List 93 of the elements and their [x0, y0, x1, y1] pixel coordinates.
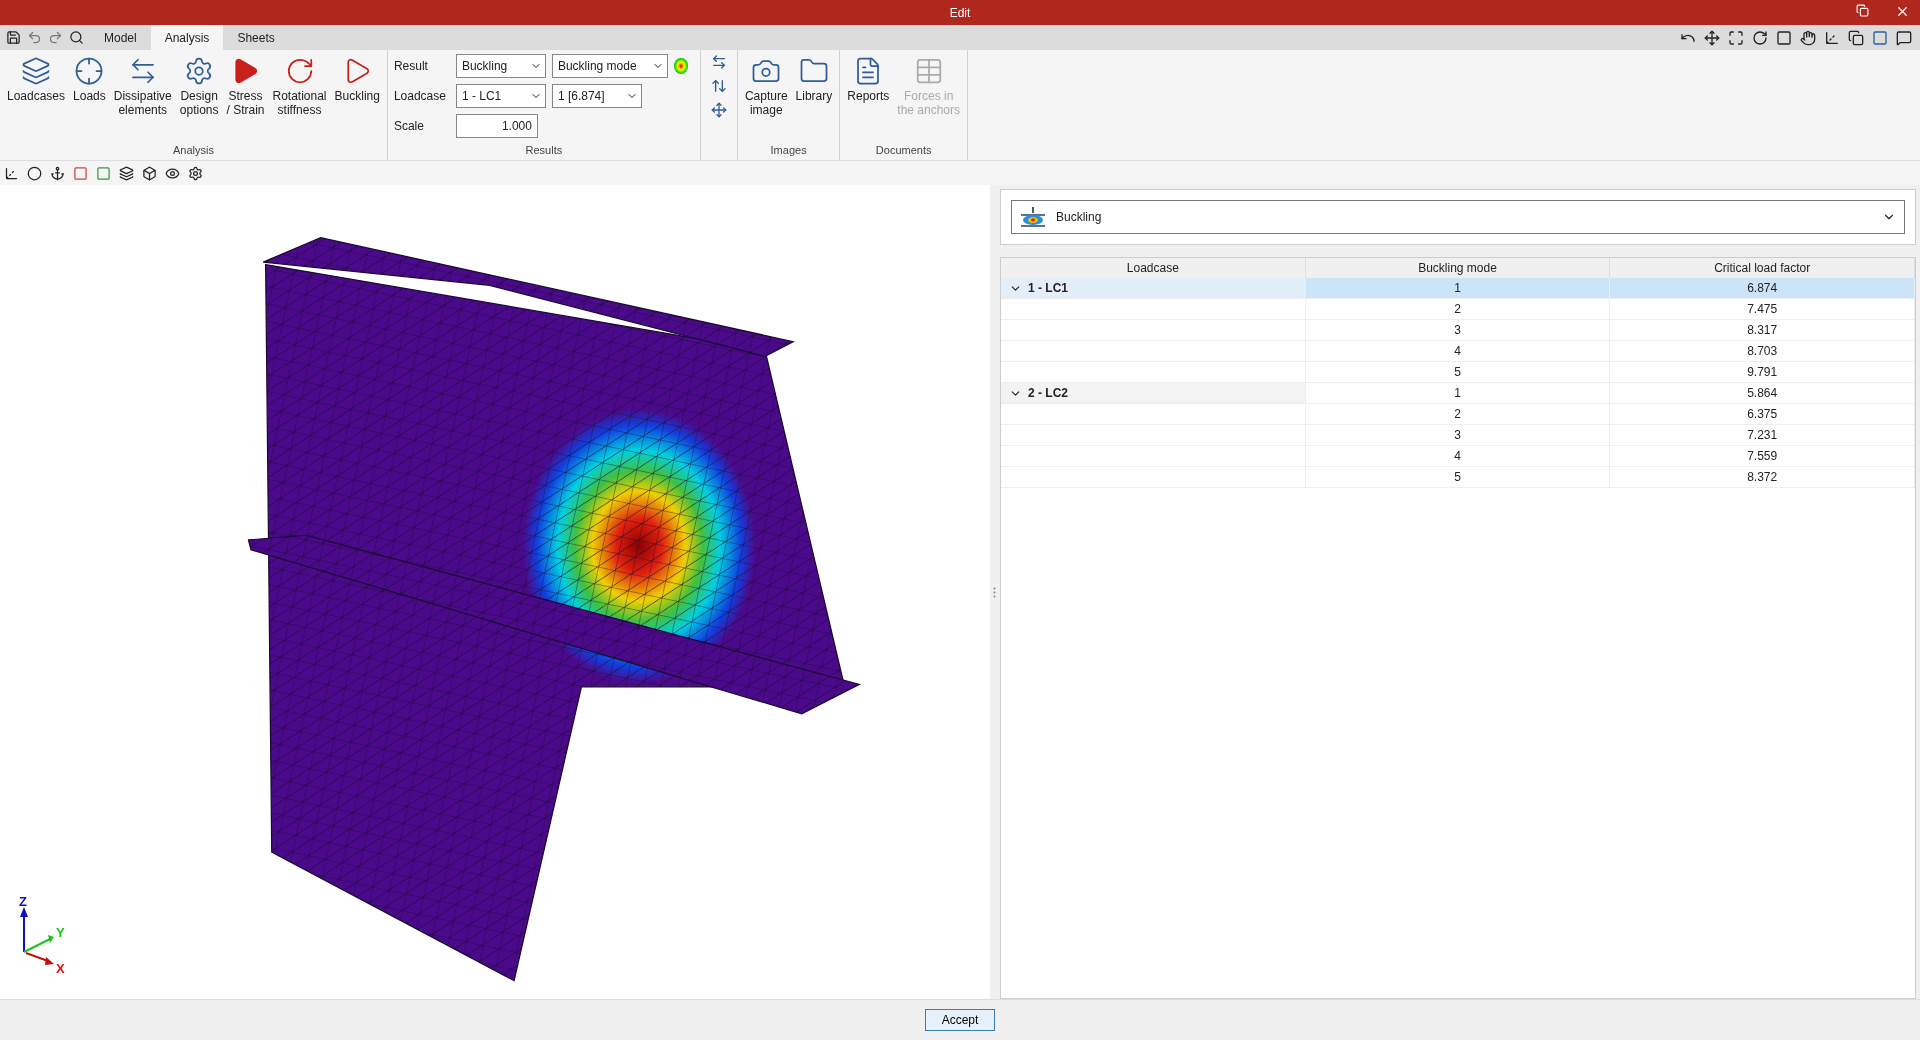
close-icon[interactable] [1895, 4, 1910, 19]
zoom-icon[interactable] [1728, 29, 1744, 46]
group-title: Analysis [171, 144, 215, 158]
axes-icon[interactable] [4, 165, 19, 181]
x-axis-arrow [25, 952, 54, 965]
save-icon[interactable] [6, 30, 21, 45]
table-cell: 6.375 [1610, 404, 1915, 425]
square-icon[interactable] [1872, 29, 1888, 46]
table-cell: 7.475 [1610, 299, 1915, 320]
cube-icon[interactable] [142, 165, 157, 181]
loadcase-group-row[interactable]: 1 - LC1 [1001, 278, 1306, 299]
ribbon-button[interactable]: Capture image [741, 54, 791, 119]
ribbon-button[interactable]: Library [792, 54, 836, 105]
redo-icon[interactable] [48, 30, 63, 45]
layer-icon[interactable] [119, 165, 134, 181]
table-cell: 9.791 [1610, 362, 1915, 383]
column-header[interactable]: Critical load factor [1610, 258, 1915, 278]
table-cell: 8.317 [1610, 320, 1915, 341]
table-cell: 4 [1305, 341, 1611, 362]
ribbon-button[interactable]: Dissipative elements [110, 54, 175, 119]
group-title: Images [769, 144, 808, 158]
loadcase-label: 1 - LC1 [1028, 281, 1068, 295]
sort-icon[interactable] [710, 78, 727, 94]
z-axis-arrow [20, 907, 28, 953]
color-scale-icon[interactable] [673, 58, 688, 74]
table-cell: 1 [1305, 278, 1611, 299]
plate-icon[interactable] [73, 165, 88, 181]
axis-label: Y [56, 925, 65, 940]
restore-icon[interactable] [1856, 4, 1869, 19]
table-cell: 2 [1305, 404, 1611, 425]
ribbon-button[interactable]: Buckling [331, 54, 383, 105]
table-cell: 7.231 [1610, 425, 1915, 446]
column-header[interactable]: Loadcase [1001, 258, 1306, 278]
hand-icon[interactable] [1800, 29, 1816, 46]
table-cell: 1 [1305, 383, 1611, 404]
eye-icon[interactable] [165, 165, 180, 181]
axis-label: Z [19, 897, 27, 909]
undo-icon[interactable] [27, 30, 42, 45]
table-cell: 5.864 [1610, 383, 1915, 404]
3d-settings-icon[interactable] [188, 165, 203, 181]
table-cell: 3 [1305, 425, 1611, 446]
loadcase-label: 2 - LC2 [1028, 386, 1068, 400]
ring-icon[interactable] [27, 165, 42, 181]
ribbon-button[interactable]: Stress / Strain [223, 54, 268, 119]
ribbon-button[interactable]: Rotational stiffness [269, 54, 330, 119]
table-cell: 2 [1305, 299, 1611, 320]
table-cell: 8.703 [1610, 341, 1915, 362]
field-label: Loadcase [393, 89, 447, 103]
mode-select[interactable]: 1 [6.874] [551, 84, 642, 108]
ribbon-button[interactable]: Design options [176, 54, 222, 119]
section-icon[interactable] [710, 54, 727, 70]
accept-button[interactable]: Accept [924, 1009, 996, 1031]
move-icon[interactable] [710, 102, 727, 118]
table-cell: 6.874 [1610, 278, 1915, 299]
y-axis-arrow [23, 935, 54, 953]
table-cell: 5 [1305, 467, 1611, 488]
tab[interactable]: Analysis [150, 25, 224, 50]
group-title: Documents [874, 144, 933, 158]
ribbon-button[interactable]: Loadcases [4, 54, 69, 105]
ribbon-button[interactable]: Loads [70, 54, 109, 105]
window-select-icon[interactable] [1776, 29, 1792, 46]
ribbon-button[interactable]: Reports [844, 54, 893, 105]
rotate-icon[interactable] [1752, 29, 1768, 46]
table-cell: 3 [1305, 320, 1611, 341]
table-cell: 8.372 [1610, 467, 1915, 488]
table-cell: 4 [1305, 446, 1611, 467]
column-header[interactable]: Buckling mode [1305, 258, 1611, 278]
field-label: Result [393, 59, 429, 73]
comment-icon[interactable] [1896, 29, 1912, 46]
loadcase-group-row[interactable]: 2 - LC2 [1001, 383, 1306, 404]
scale-field[interactable]: 1.000 [455, 114, 538, 138]
result-type-dropdown[interactable]: Buckling [1011, 200, 1905, 234]
buckling-icon [1020, 207, 1046, 227]
anchor-icon[interactable] [50, 165, 65, 181]
loads-icon [74, 56, 105, 86]
grip-icon[interactable] [992, 586, 996, 598]
fit-view-icon[interactable] [1704, 29, 1720, 46]
table-cell: 5 [1305, 362, 1611, 383]
tab[interactable]: Model [90, 25, 151, 50]
tab[interactable]: Sheets [223, 25, 289, 50]
window-title: Edit [949, 5, 971, 20]
orbit-icon[interactable] [1824, 29, 1840, 46]
axis-label: X [56, 961, 65, 976]
copy-view-icon[interactable] [1848, 29, 1864, 46]
result-type-select[interactable]: Buckling mode [551, 54, 668, 78]
loadcases-icon [21, 56, 51, 86]
loadcase-select[interactable]: 1 - LC1 [455, 84, 546, 108]
field-label: Scale [393, 119, 425, 133]
result-select[interactable]: Buckling [455, 54, 546, 78]
group-title: Results [524, 144, 564, 158]
search-icon[interactable] [69, 30, 84, 45]
dropdown-value: Buckling [1056, 210, 1103, 224]
table-cell: 7.559 [1610, 446, 1915, 467]
